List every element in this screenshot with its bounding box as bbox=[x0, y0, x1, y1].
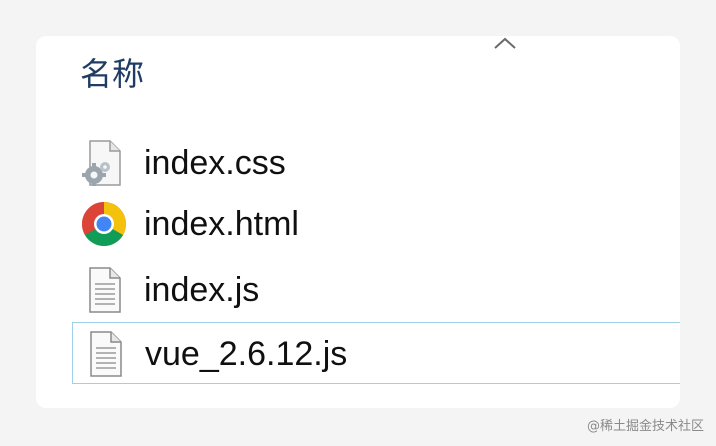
sort-ascending-chevron-icon[interactable] bbox=[492, 36, 518, 52]
chrome-icon bbox=[82, 202, 126, 246]
file-name: vue_2.6.12.js bbox=[145, 335, 348, 373]
file-row-index-js[interactable]: index.js bbox=[72, 259, 680, 321]
file-name: index.js bbox=[144, 271, 260, 309]
file-name: index.html bbox=[144, 205, 299, 243]
file-row-index-html[interactable]: index.html bbox=[72, 193, 680, 255]
file-name: index.css bbox=[144, 144, 286, 182]
file-list-panel: 名称 index.css index.html index.js vue_2.6… bbox=[36, 36, 680, 408]
text-file-icon bbox=[89, 267, 121, 313]
watermark: @稀土掘金技术社区 bbox=[586, 419, 704, 434]
file-row-index-css[interactable]: index.css bbox=[72, 132, 680, 194]
css-settings-file-icon bbox=[82, 140, 121, 186]
text-file-icon bbox=[90, 331, 122, 377]
column-header-name[interactable]: 名称 bbox=[80, 52, 144, 96]
file-row-vue-js[interactable]: vue_2.6.12.js bbox=[72, 322, 680, 384]
